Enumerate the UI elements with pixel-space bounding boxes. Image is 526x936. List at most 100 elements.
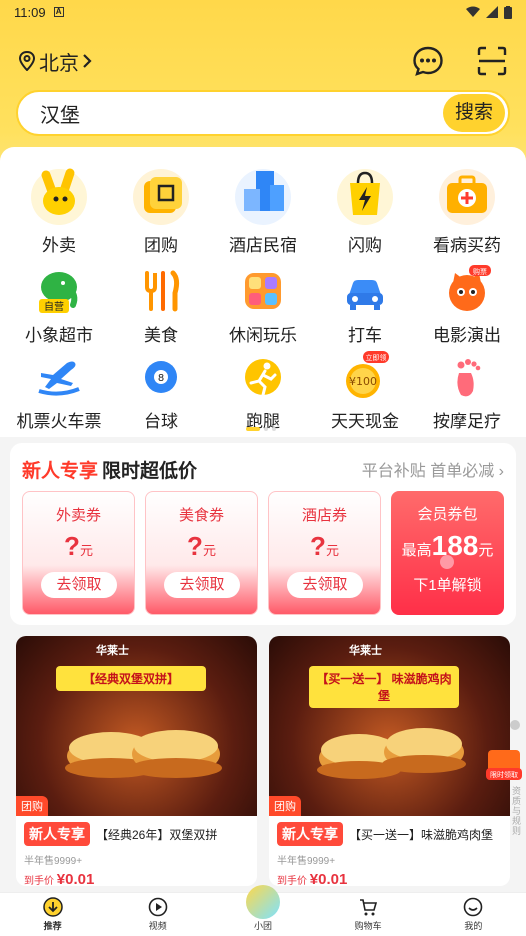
hotel-building-icon <box>230 161 296 227</box>
search-input[interactable] <box>40 101 443 125</box>
coupon-unit: 元 <box>79 543 93 558</box>
svg-text:限时领取: 限时领取 <box>490 770 518 779</box>
new-user-badge: 新人专享 <box>277 822 343 846</box>
fork-knife-icon <box>135 265 187 317</box>
signal-icon <box>486 6 498 18</box>
sales-count: 半年售9999+ <box>24 856 83 867</box>
bottom-tab-bar: 推荐 视频 小团 购物车 我的 <box>0 885 526 936</box>
claim-button[interactable]: 去领取 <box>287 572 363 598</box>
category-waimai[interactable]: 外卖 <box>8 161 110 259</box>
burger-illustration <box>317 728 466 779</box>
cash-coin-icon: ¥100 立即领 <box>339 351 391 403</box>
cash-badge: 立即领 <box>366 353 387 362</box>
leisure-grid-icon <box>237 265 289 317</box>
coupon-waimai[interactable]: 外卖券 ?元 去领取 <box>22 491 135 615</box>
rules-text[interactable]: 资质与规则 <box>512 786 526 836</box>
category-label: 休闲玩乐 <box>229 326 297 345</box>
category-movie[interactable]: 购票 电影演出 <box>416 265 518 345</box>
tab-recommend[interactable]: 推荐 <box>23 897 83 932</box>
supermarket-badge: 自营 <box>44 300 64 313</box>
deal-title: 【买一送一】味滋脆鸡肉堡 <box>349 827 494 842</box>
category-label: 天天现金 <box>331 412 399 431</box>
new-user-section: 新人专享 限时超低价 平台补贴 首单必减 › 外卖券 ?元 去领取 美食券 ?元… <box>10 443 516 625</box>
lock-icon <box>440 555 454 569</box>
category-label: 电影演出 <box>433 326 501 345</box>
tab-mascot[interactable]: 小团 <box>233 885 293 932</box>
coupon-hotel[interactable]: 酒店券 ?元 去领取 <box>268 491 381 615</box>
deal-image: 华莱士 【经典双堡双拼】 团购 <box>16 636 257 816</box>
category-panel: 外卖 团购 酒店民宿 闪购 看病买药 自营 小象超市 美食 休闲玩乐 打车 购票… <box>0 147 526 437</box>
category-food[interactable]: 美食 <box>110 265 212 345</box>
deal-card[interactable]: 华莱士 【买一送一】 味滋脆鸡肉堡 团购 新人专享 【买一送一】味滋脆鸡肉堡 半… <box>269 636 510 886</box>
wifi-icon <box>466 6 480 17</box>
cat-mask-icon: 购票 <box>441 265 493 317</box>
coupon-amount: ? <box>187 531 203 561</box>
category-leisure[interactable]: 休闲玩乐 <box>212 265 314 345</box>
category-cash[interactable]: ¥100 立即领 天天现金 <box>314 351 416 431</box>
member-coupon-pack[interactable]: 会员券包 最高188元 下1单解锁 <box>391 491 504 615</box>
category-label: 看病买药 <box>433 236 501 255</box>
category-hotel[interactable]: 酒店民宿 <box>212 161 314 259</box>
sales-count: 半年售9999+ <box>277 856 336 867</box>
gift-box-icon: 限时领取 <box>486 750 522 780</box>
category-billiards[interactable]: 8 台球 <box>110 351 212 431</box>
status-time: 11:09 <box>14 4 46 20</box>
tab-cart[interactable]: 购物车 <box>338 897 398 932</box>
limited-time-title: 限时超低价 <box>102 460 198 482</box>
category-supermarket[interactable]: 自营 小象超市 <box>8 265 110 345</box>
status-bar: 11:09 A <box>0 0 526 24</box>
coupon-name: 会员券包 <box>417 506 478 523</box>
cash-coin-text: ¥100 <box>349 375 377 388</box>
deal-price: 到手价 ¥0.01 <box>24 871 95 886</box>
coupon-unit: 元 <box>202 543 216 558</box>
unlock-text: 下1单解锁 <box>413 577 482 594</box>
page-indicator <box>246 427 276 431</box>
category-taxi[interactable]: 打车 <box>314 265 416 345</box>
tab-mine[interactable]: 我的 <box>443 897 503 932</box>
coupon-ticket-icon <box>128 161 194 227</box>
battery-icon <box>504 5 512 19</box>
notification-a-icon: A <box>53 7 64 17</box>
search-button[interactable]: 搜索 <box>443 94 505 132</box>
foot-icon <box>441 351 493 403</box>
coupon-food[interactable]: 美食券 ?元 去领取 <box>145 491 258 615</box>
scan-icon[interactable] <box>476 45 508 77</box>
claim-button[interactable]: 去领取 <box>41 572 117 598</box>
coupon-name: 外卖券 <box>55 507 101 524</box>
city-selector[interactable]: 北京 <box>18 47 92 76</box>
coupon-amount: ? <box>64 531 80 561</box>
deal-price: 到手价 ¥0.01 <box>277 871 348 886</box>
new-user-title: 新人专享 <box>22 460 99 482</box>
deal-title: 【经典26年】双堡双拼 <box>96 827 218 842</box>
profile-smile-icon <box>463 897 483 917</box>
chevron-right-icon <box>83 54 92 68</box>
category-massage[interactable]: 按摩足疗 <box>416 351 518 431</box>
mascot-icon <box>245 885 280 919</box>
category-tickets[interactable]: 机票火车票 <box>8 351 110 431</box>
category-shangou[interactable]: 闪购 <box>314 161 416 259</box>
burger-illustration <box>65 730 222 778</box>
category-label: 按摩足疗 <box>433 412 501 431</box>
category-tuangou[interactable]: 团购 <box>110 161 212 259</box>
deal-card[interactable]: 华莱士 【经典双堡双拼】 团购 新人专享 【经典26年】双堡双拼 半年售9999… <box>16 636 257 886</box>
plane-icon <box>33 351 85 403</box>
tab-video[interactable]: 视频 <box>128 897 188 932</box>
groupbuy-tag: 团购 <box>16 796 48 816</box>
close-icon[interactable] <box>510 720 520 730</box>
groupbuy-tag: 团购 <box>269 796 301 816</box>
lightning-bag-icon <box>332 161 398 227</box>
subsidy-link[interactable]: 平台补贴 首单必减 › <box>362 457 504 481</box>
cart-icon <box>358 897 378 917</box>
search-bar: 搜索 <box>16 90 510 136</box>
category-errand[interactable]: 跑腿 <box>212 351 314 431</box>
category-label: 机票火车票 <box>16 412 102 431</box>
coupon-name: 美食券 <box>178 507 224 524</box>
category-label: 酒店民宿 <box>229 236 297 255</box>
rabbit-mascot-icon <box>26 161 92 227</box>
new-user-badge: 新人专享 <box>24 822 90 846</box>
category-medicine[interactable]: 看病买药 <box>416 161 518 259</box>
claim-button[interactable]: 去领取 <box>164 572 240 598</box>
floating-gift-badge[interactable]: 限时领取 <box>484 742 524 782</box>
message-icon[interactable] <box>412 45 444 77</box>
svg-text:8: 8 <box>158 373 164 384</box>
